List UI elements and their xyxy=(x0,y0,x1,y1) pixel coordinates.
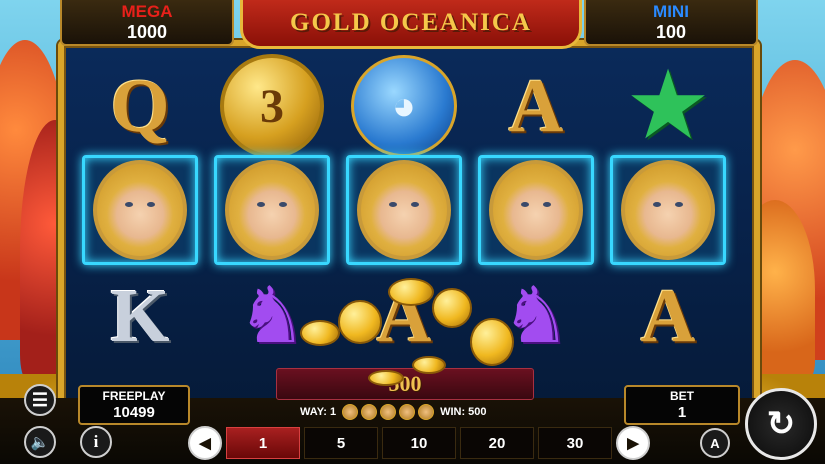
way-label: WAY: 1 xyxy=(300,406,337,418)
goddess-face-icon xyxy=(489,160,583,260)
symbol-coin-3: 3 xyxy=(210,54,334,158)
goddess-win-highlight xyxy=(214,155,330,265)
goddess-face-icon xyxy=(621,160,715,260)
mega-jackpot-label: MEGA xyxy=(121,2,173,21)
goddess-win-highlight xyxy=(346,155,462,265)
mini-jackpot-value: 100 xyxy=(655,22,687,42)
goddess-win-highlight xyxy=(82,155,198,265)
game-title: GOLD OCEANICA xyxy=(290,9,532,36)
gold-coin-icon xyxy=(470,318,514,366)
gold-coin-icon xyxy=(300,320,340,346)
sound-icon[interactable]: 🔈 xyxy=(24,426,56,458)
gold-coin-icon xyxy=(432,288,472,328)
starfish-icon: ★ xyxy=(624,52,712,159)
goddess-win-highlight xyxy=(610,155,726,265)
freeplay-balance: FREEPLAY 10499 xyxy=(78,385,190,425)
autoplay-icon[interactable]: A xyxy=(700,428,730,458)
reel-1: Q K xyxy=(78,52,202,366)
bet-option-30[interactable]: 30 xyxy=(538,427,612,459)
symbol-a: A xyxy=(508,63,564,148)
symbol-goddess xyxy=(210,155,334,265)
freeplay-value: 10499 xyxy=(113,404,155,421)
goddess-face-icon xyxy=(225,160,319,260)
goddess-mini-icon xyxy=(380,404,397,420)
mini-jackpot-label: MINI xyxy=(653,2,689,21)
mega-jackpot-value: 1000 xyxy=(126,22,168,42)
reel-grid: Q K 3 ♞ ◕ A A ♞ ★ A xyxy=(78,52,730,366)
goddess-face-icon xyxy=(93,160,187,260)
symbol-goddess xyxy=(342,155,466,265)
way-win-line: WAY: 1 WIN: 500 xyxy=(300,403,520,421)
symbol-seahorse: ♞ xyxy=(210,266,334,366)
symbol-q: Q xyxy=(110,63,170,148)
seahorse-icon: ♞ xyxy=(237,271,307,361)
freeplay-label: FREEPLAY xyxy=(102,389,166,403)
gold-coin-icon xyxy=(338,300,382,344)
bet-prev-arrow-icon[interactable]: ◀ xyxy=(188,426,222,460)
reel-5: ★ A xyxy=(606,52,730,366)
bet-selector: ◀ 1 5 10 20 30 ▶ xyxy=(188,426,654,460)
info-icon[interactable]: i xyxy=(80,426,112,458)
symbol-dolphin: ◕ xyxy=(342,55,466,157)
symbol-starfish: ★ xyxy=(606,56,730,156)
bet-label: BET xyxy=(670,389,694,403)
bet-next-arrow-icon[interactable]: ▶ xyxy=(616,426,650,460)
gold-coin-icon xyxy=(388,278,434,306)
goddess-mini-icon xyxy=(361,404,378,420)
goddess-mini-icon xyxy=(399,404,416,420)
win-banner: 500 xyxy=(276,368,534,400)
symbol-k: K xyxy=(110,273,170,358)
bet-option-5[interactable]: 5 xyxy=(304,427,378,459)
goddess-win-highlight xyxy=(478,155,594,265)
win-label: WIN: 500 xyxy=(440,406,487,418)
way-symbols xyxy=(342,404,435,420)
game-logo: GOLD OCEANICA xyxy=(240,0,582,49)
bet-option-1[interactable]: 1 xyxy=(226,427,300,459)
bet-option-10[interactable]: 10 xyxy=(382,427,456,459)
goddess-mini-icon xyxy=(342,404,359,420)
symbol-a: A xyxy=(640,273,696,358)
gold-coin-icon xyxy=(412,356,446,374)
bet-option-20[interactable]: 20 xyxy=(460,427,534,459)
bet-options: 1 5 10 20 30 xyxy=(226,427,612,459)
goddess-face-icon xyxy=(357,160,451,260)
reel-2: 3 ♞ xyxy=(210,52,334,366)
dolphin-icon: ◕ xyxy=(351,55,457,157)
spin-button[interactable]: ↻ xyxy=(745,388,817,460)
goddess-mini-icon xyxy=(418,404,435,420)
gold-coin-icon xyxy=(368,370,404,386)
mega-jackpot: MEGA 1000 xyxy=(60,0,234,46)
symbol-goddess xyxy=(474,155,598,265)
bet-display: BET 1 xyxy=(624,385,740,425)
bet-value: 1 xyxy=(677,404,687,421)
symbol-goddess xyxy=(78,155,202,265)
mini-jackpot: MINI 100 xyxy=(584,0,758,46)
symbol-goddess xyxy=(606,155,730,265)
menu-icon[interactable]: ☰ xyxy=(24,384,56,416)
